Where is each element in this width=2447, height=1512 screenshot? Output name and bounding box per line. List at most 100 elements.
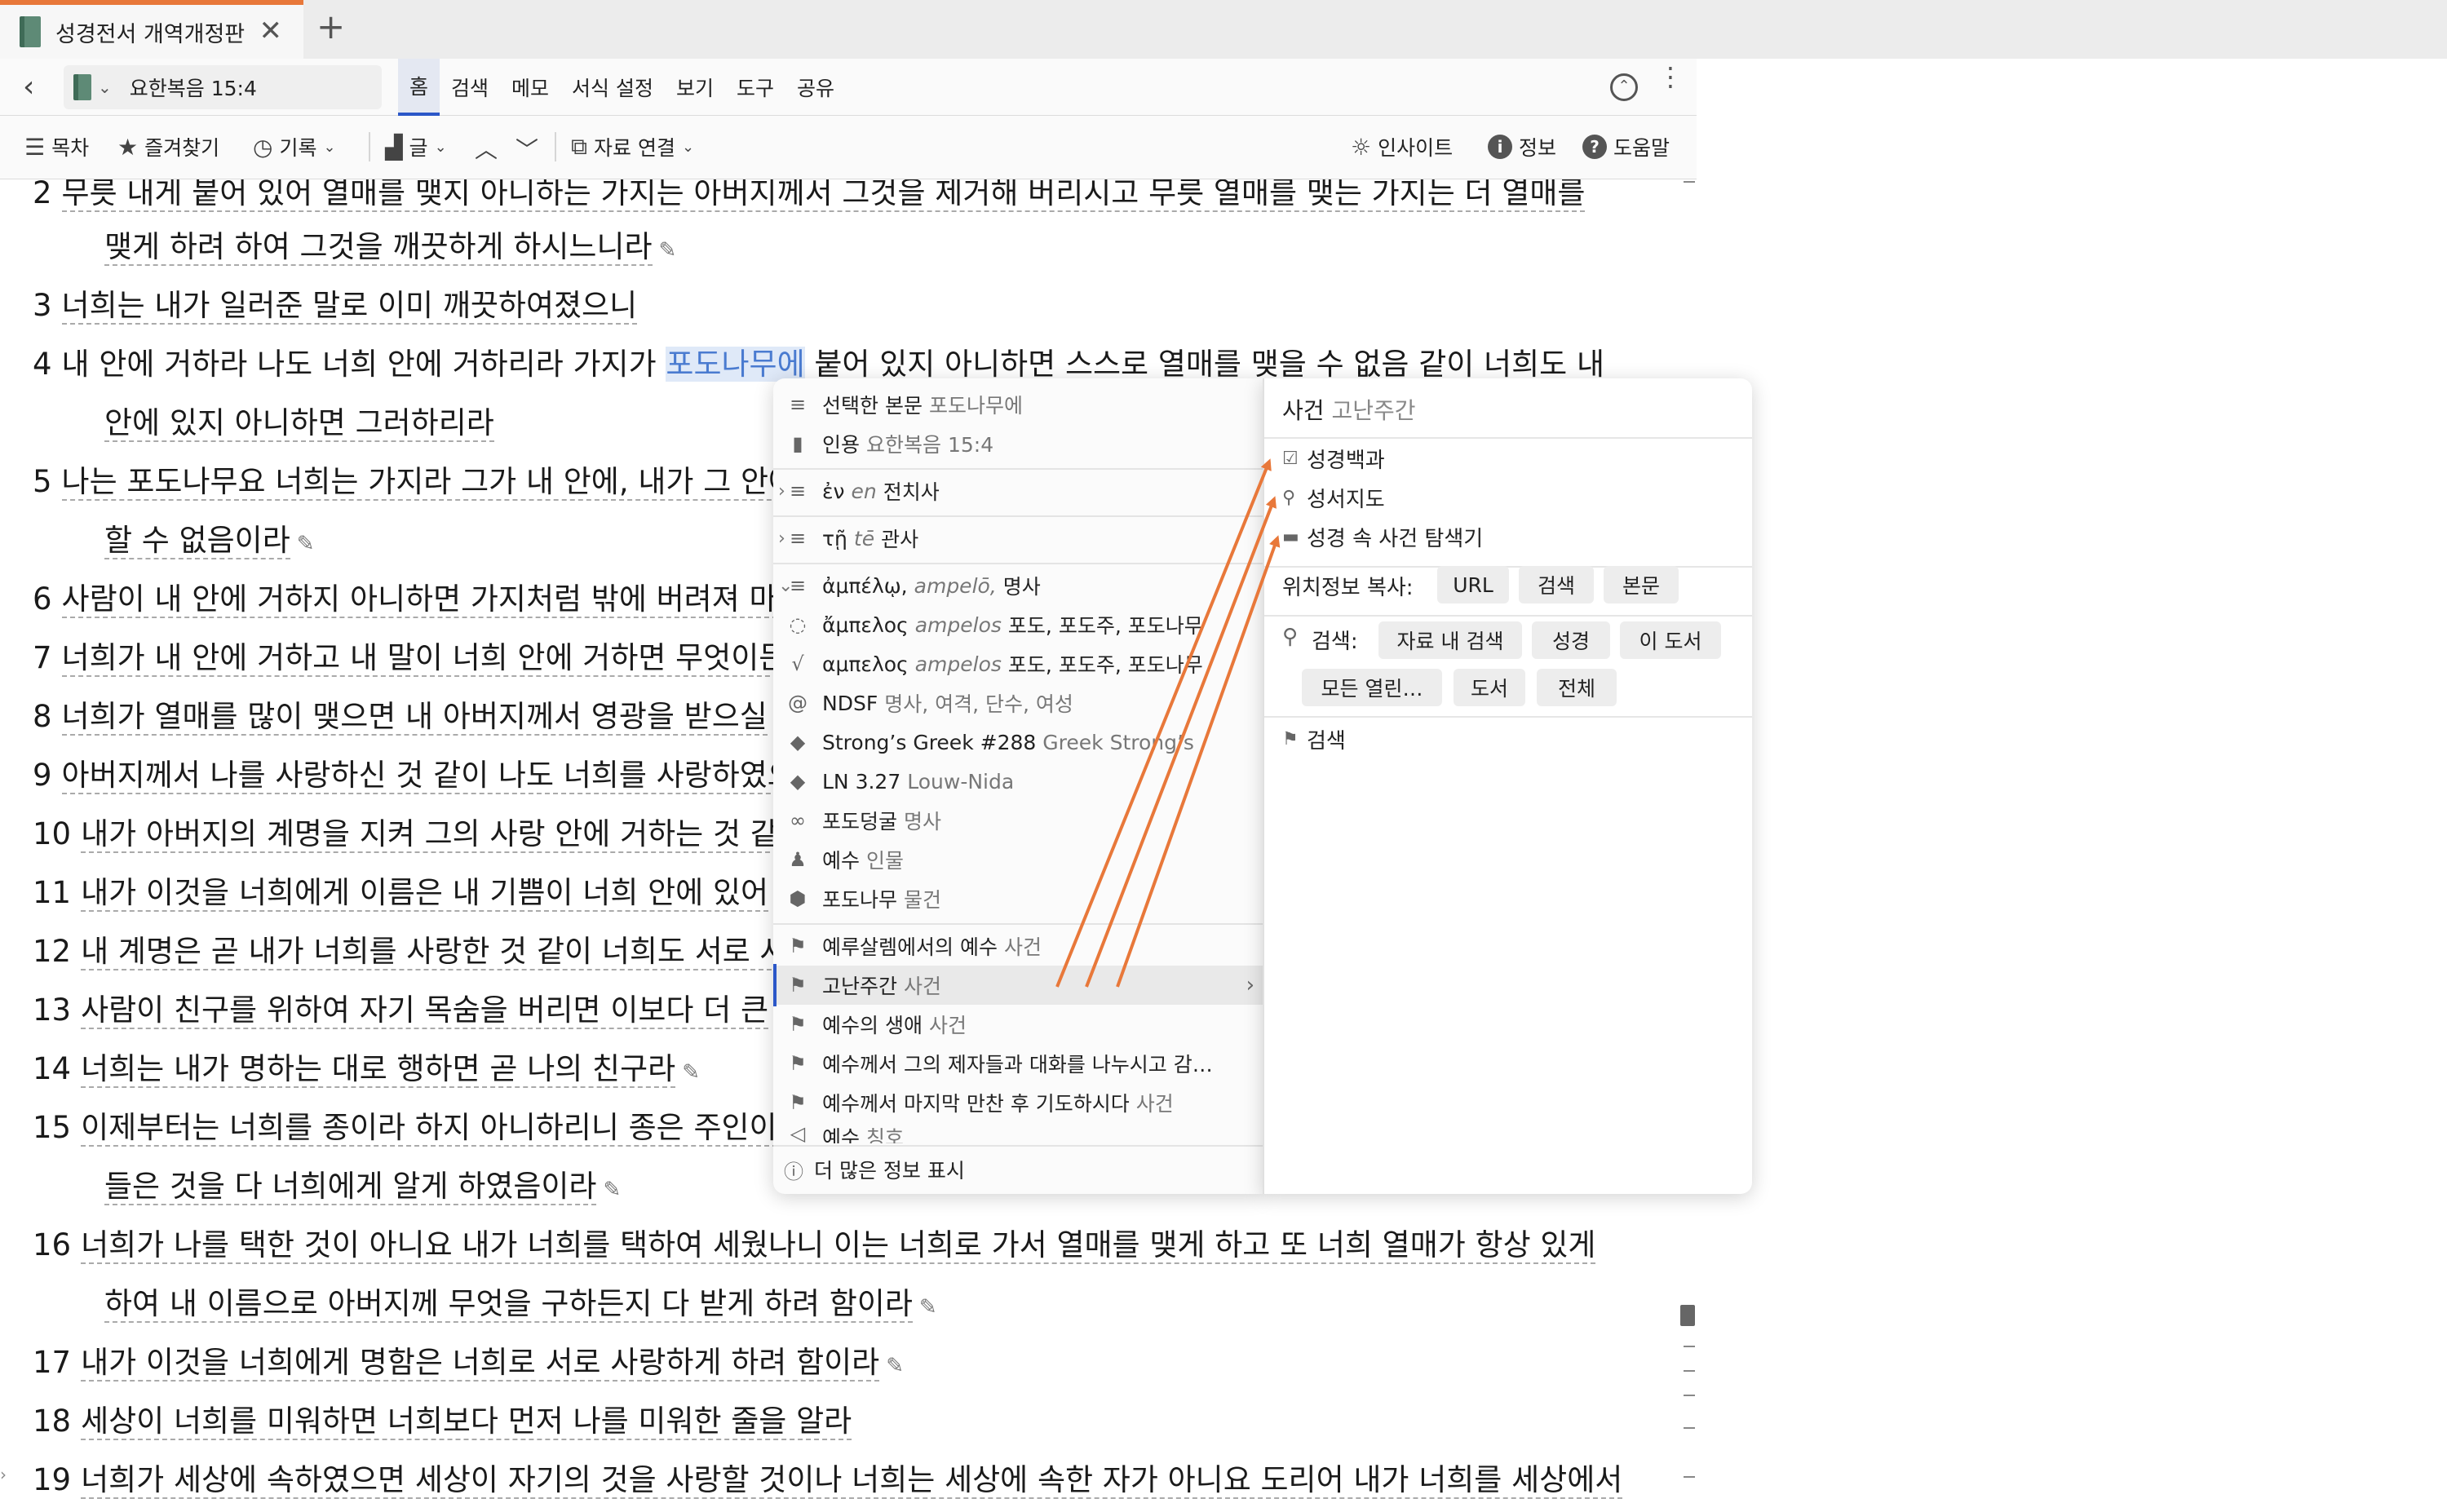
verse-line[interactable]: 6 사람이 내 안에 거하지 아니하면 가지처럼 밖에 버려져 마 [33, 574, 777, 618]
new-tab-button[interactable]: + [316, 7, 345, 46]
verse-line[interactable]: 3 너희는 내가 일러준 말로 이미 깨끗하여졌으니 [33, 281, 638, 325]
verse-line[interactable]: 19 너희가 세상에 속하였으면 세상이 자기의 것을 사랑할 것이나 너희는 세… [33, 1455, 1623, 1499]
verse-line[interactable]: 13 사람이 친구를 위하여 자기 목숨을 버리면 이보다 더 큰 [33, 985, 769, 1029]
search-all-button[interactable]: 전체 [1537, 669, 1617, 706]
chevron-up-circle-icon[interactable]: ⌃ [1610, 73, 1638, 101]
trash-icon[interactable] [1680, 1305, 1695, 1326]
pencil-icon[interactable]: ✎ [603, 1178, 621, 1202]
verse-line[interactable]: 16 너희가 나를 택한 것이 아니요 내가 너희를 택하여 세웠나니 이는 너희… [33, 1220, 1596, 1264]
verse-text: 내가 이것을 너희에게 이름은 내 기쁨이 너희 안에 있어 [81, 875, 769, 912]
ctx-item-word-te[interactable]: › ≡ τῇ tē 관사 [773, 519, 1263, 558]
verse-line[interactable]: 4 내 안에 거하라 나도 너희 안에 거하리라 가지가 포도나무에 붙어 있지 … [33, 339, 1604, 383]
ctx-sub: 포도, 포도주, 포도나무 [1007, 653, 1203, 677]
tab-format[interactable]: 서식 설정 [560, 59, 665, 116]
verse-line[interactable]: 2 무릇 내게 붙어 있어 열매를 맺지 아니하는 가지는 아버지께서 그것을 제… [33, 179, 1586, 212]
verse-line[interactable]: 10 내가 아버지의 계명을 지켜 그의 사랑 안에 거하는 것 같 [33, 809, 778, 853]
history-button[interactable]: ◷ 기록 ⌄ [253, 132, 343, 161]
more-options-icon[interactable]: ⋮ [1657, 64, 1684, 90]
verse-line[interactable]: 8 너희가 열매를 많이 맺으면 내 아버지께서 영광을 받으실 [33, 692, 768, 736]
divider [773, 468, 1263, 470]
ctx-item-passion-week[interactable]: ⚑ 고난주간 사건 › [773, 966, 1263, 1005]
reference-box[interactable]: ⌄ 요한복음 15:4 [64, 65, 382, 109]
ctx-item-word-ampelo[interactable]: ⌄ ≡ ἀμπέλῳ, ampelō, 명사 [773, 566, 1263, 605]
expand-left-icon[interactable]: › [0, 1465, 7, 1484]
pencil-icon[interactable]: ✎ [659, 238, 677, 263]
tab-home[interactable]: 홈 [398, 59, 440, 116]
prev-button[interactable]: ︿ [475, 132, 504, 165]
chevron-right-icon[interactable]: › [778, 481, 785, 502]
ctx-item-cite[interactable]: ▮ 인용 요한복음 15:4 [773, 424, 1263, 463]
copy-url-button[interactable]: URL [1437, 566, 1509, 603]
info-button[interactable]: i 정보 [1488, 132, 1556, 161]
event-search-item[interactable]: ⚑ 검색 [1282, 724, 1346, 754]
tab-search[interactable]: 검색 [440, 59, 500, 116]
toc-button[interactable]: ☰ 목차 [24, 132, 89, 161]
verse-line[interactable]: 11 내가 이것을 너희에게 이름은 내 기쁨이 너희 안에 있어 [33, 868, 769, 912]
link-resources-button[interactable]: ⧉ 자료 연결 ⌄ [571, 132, 701, 161]
ctx-item-title[interactable]: ◁ 예수 칭호 [773, 1122, 1263, 1143]
tab-view[interactable]: 보기 [665, 59, 725, 116]
resource-bible-encyclopedia[interactable]: ☑ 성경백과 [1282, 444, 1385, 474]
search-in-resource-button[interactable]: 자료 내 검색 [1378, 621, 1522, 659]
copy-search-button[interactable]: 검색 [1519, 566, 1594, 603]
document-tab[interactable]: 성경전서 개역개정판 ✕ [0, 0, 303, 59]
verse-line[interactable]: 맺게 하려 하여 그것을 깨끗하게 하시느니라 ✎ [104, 222, 676, 266]
verse-line[interactable]: 12 내 계명은 곧 내가 너희를 사랑한 것 같이 너희도 서로 사 [33, 926, 788, 970]
insight-button[interactable]: ☼ 인사이트 [1351, 132, 1453, 161]
chevron-down-icon[interactable]: ⌄ [98, 77, 112, 97]
link-icon: ⧉ [571, 133, 587, 160]
ctx-item-thing[interactable]: ⬢ 포도나무 물건 [773, 879, 1263, 918]
resource-bible-atlas[interactable]: ⚲ 성서지도 [1282, 483, 1385, 513]
verse-line[interactable]: 17 내가 이것을 너희에게 명함은 너희로 서로 사랑하게 하려 함이라 ✎ [33, 1337, 904, 1382]
copy-text-button[interactable]: 본문 [1604, 566, 1679, 603]
selected-word[interactable]: 포도나무에 [666, 347, 805, 382]
favorites-button[interactable]: ★ 즐겨찾기 [117, 132, 219, 161]
text-button[interactable]: ▟ 글 ⌄ [385, 132, 454, 161]
ctx-item-event[interactable]: ⚑ 예수께서 마지막 만찬 후 기도하시다 사건 [773, 1083, 1263, 1122]
verse-line[interactable]: 9 아버지께서 나를 사랑하신 것 같이 나도 너희를 사랑하였으 [33, 750, 795, 794]
verse-line[interactable]: 5 나는 포도나무요 너희는 가지라 그가 내 안에, 내가 그 안에 [33, 457, 797, 501]
reference-input[interactable]: 요한복음 15:4 [130, 73, 257, 102]
flag-icon: ⚑ [1282, 729, 1299, 749]
ctx-item-vine[interactable]: ∞ 포도덩굴 명사 [773, 801, 1263, 840]
search-this-book-button[interactable]: 이 도서 [1620, 621, 1721, 659]
back-arrow-icon[interactable]: ‹ [23, 70, 34, 104]
resource-event-navigator[interactable]: ▬ 성경 속 사건 탐색기 [1282, 522, 1483, 552]
next-button[interactable]: ﹀ [516, 132, 545, 165]
search-books-button[interactable]: 도서 [1454, 669, 1525, 706]
tab-notes[interactable]: 메모 [500, 59, 560, 116]
search-all-open-button[interactable]: 모든 열린… [1302, 669, 1442, 706]
pencil-icon[interactable]: ✎ [919, 1295, 937, 1320]
pencil-icon[interactable]: ✎ [297, 532, 315, 556]
verse-line[interactable]: 안에 있지 아니하면 그러하리라 [104, 398, 494, 442]
ctx-item-person[interactable]: ♟ 예수 인물 [773, 840, 1263, 879]
ctx-item-word-en[interactable]: › ≡ ἐν en 전치사 [773, 471, 1263, 511]
ctx-sub: 포도나무에 [928, 394, 1023, 418]
ctx-item-morph[interactable]: @ NDSF 명사, 여격, 단수, 여성 [773, 683, 1263, 723]
ctx-item-louw-nida[interactable]: ◆ LN 3.27 Louw-Nida [773, 762, 1263, 801]
verse-line[interactable]: 하여 내 이름으로 아버지께 무엇을 구하든지 다 받게 하려 함이라 ✎ [104, 1279, 937, 1323]
tab-share[interactable]: 공유 [785, 59, 846, 116]
ctx-item-lemma[interactable]: ◌ ἄμπελος ampelos 포도, 포도주, 포도나무 [773, 605, 1263, 644]
verse-line[interactable]: 14 너희는 내가 명하는 대로 행하면 곧 나의 친구라 ✎ [33, 1044, 700, 1088]
chevron-right-icon[interactable]: › [778, 528, 785, 549]
verse-line[interactable]: 들은 것을 다 너희에게 알게 하였음이라 ✎ [104, 1161, 621, 1205]
chevron-down-icon[interactable]: ⌄ [778, 576, 793, 596]
tab-tools[interactable]: 도구 [725, 59, 785, 116]
ctx-item-event[interactable]: ⚑ 예수의 생애 사건 [773, 1005, 1263, 1044]
help-button[interactable]: ? 도움말 [1582, 132, 1670, 161]
ctx-item-selected-text[interactable]: ≡ 선택한 본문 포도나무에 [773, 385, 1263, 424]
close-tab-icon[interactable]: ✕ [259, 15, 283, 47]
ctx-item-event[interactable]: ⚑ 예루살렘에서의 예수 사건 [773, 926, 1263, 966]
pencil-icon[interactable]: ✎ [682, 1060, 700, 1085]
verse-line[interactable]: 7 너희가 내 안에 거하고 내 말이 너희 안에 거하면 무엇이든 [33, 633, 787, 677]
search-bible-button[interactable]: 성경 [1532, 621, 1610, 659]
ctx-item-event[interactable]: ⚑ 예수께서 그의 제자들과 대화를 나누시고 감… [773, 1044, 1263, 1083]
verse-line[interactable]: 15 이제부터는 너희를 종이라 하지 아니하리니 종은 주인이 [33, 1103, 777, 1147]
verse-line[interactable]: 할 수 없음이라 ✎ [104, 515, 315, 559]
verse-line[interactable]: 18 세상이 너희를 미워하면 너희보다 먼저 나를 미워한 줄을 알라 [33, 1396, 852, 1440]
pencil-icon[interactable]: ✎ [886, 1354, 904, 1378]
ctx-item-root[interactable]: √ αμπελος ampelos 포도, 포도주, 포도나무 [773, 644, 1263, 683]
show-more-info-button[interactable]: ⓘ 더 많은 정보 표시 [773, 1150, 1263, 1189]
ctx-item-strongs[interactable]: ◆ Strong’s Greek #288 Greek Strong’s [773, 723, 1263, 762]
